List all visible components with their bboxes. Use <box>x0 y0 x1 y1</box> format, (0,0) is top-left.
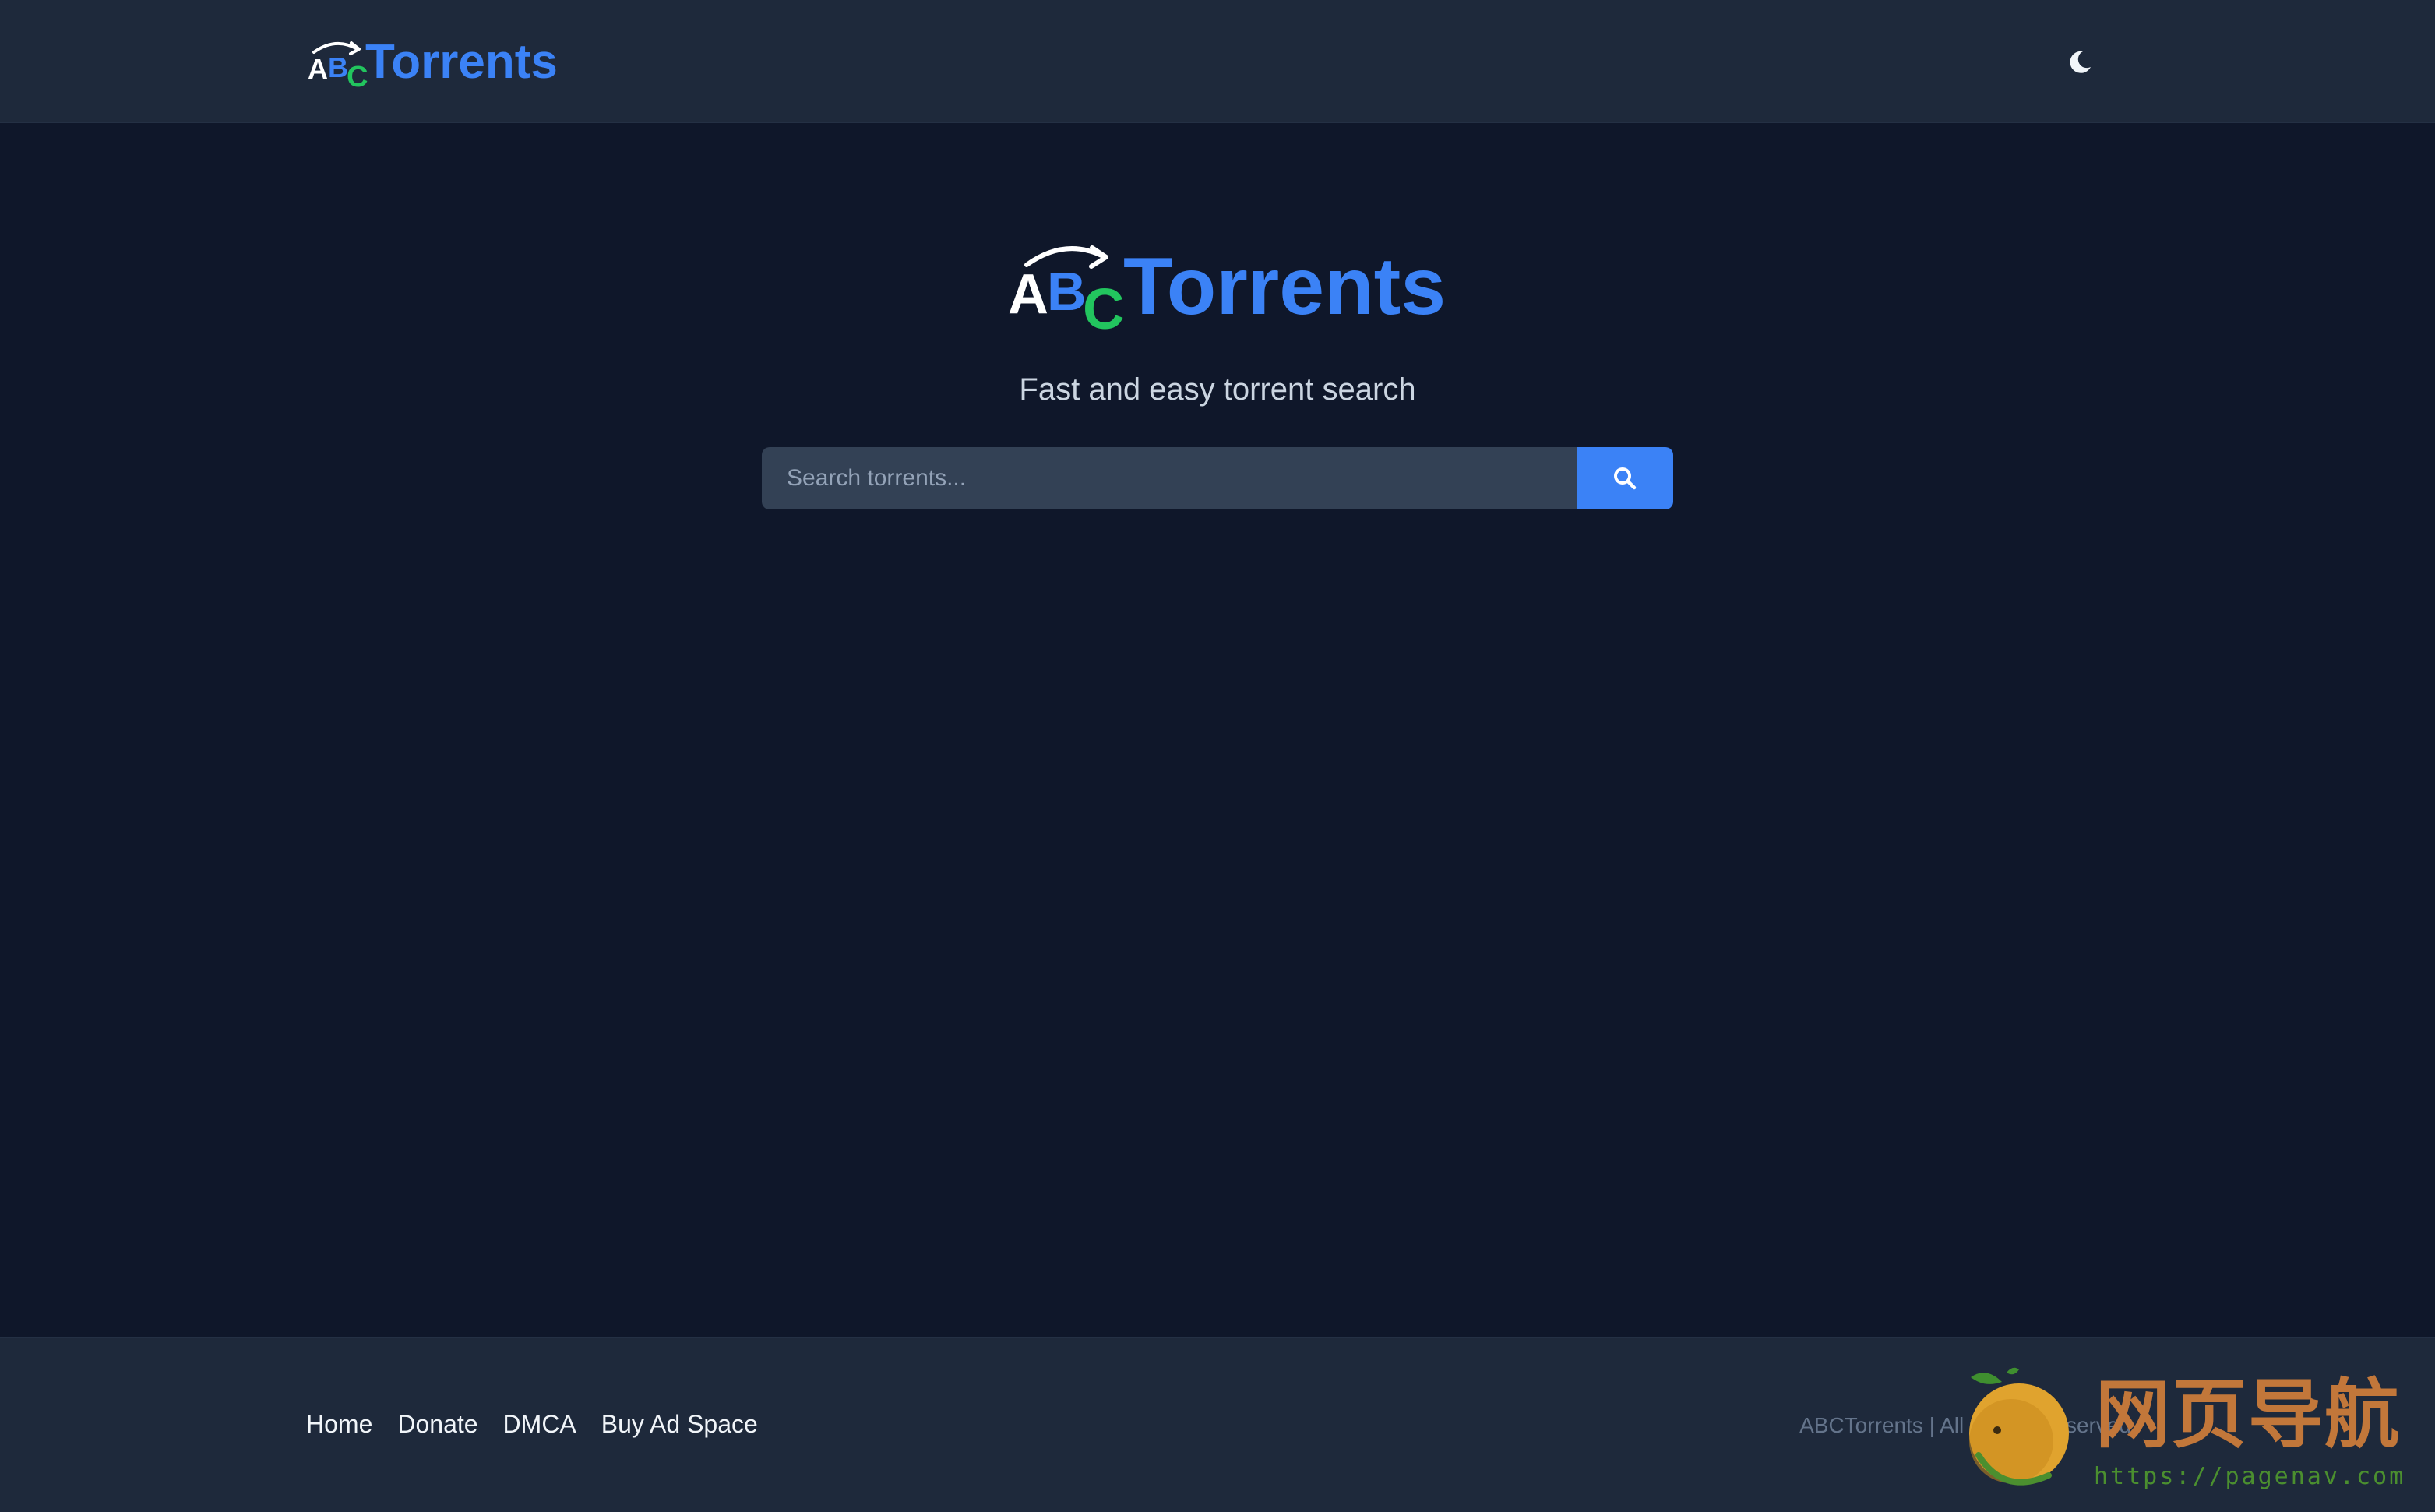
header-logo-link[interactable]: A B C Torrents <box>306 31 558 94</box>
watermark-url: https://pagenav.com <box>2094 1463 2406 1490</box>
watermark: 网页导航 https://pagenav.com <box>1947 1362 2415 1510</box>
hero-logo-letter-c: C <box>1083 277 1124 333</box>
watermark-text: 网页导航 <box>2095 1371 2401 1458</box>
logo-letter-a: A <box>308 53 328 85</box>
footer-link-buy-ad-space[interactable]: Buy Ad Space <box>601 1410 758 1439</box>
search-bar <box>762 447 1673 509</box>
footer-link-donate[interactable]: Donate <box>397 1410 477 1439</box>
header-logo-text: Torrents <box>365 35 558 89</box>
search-icon <box>1614 467 1637 490</box>
orange-logo-icon <box>1969 1367 2069 1486</box>
abc-logo-mark-large: A B C <box>1005 240 1129 341</box>
footer-link-dmca[interactable]: DMCA <box>503 1410 576 1439</box>
main-content: A B C Torrents Fast and easy torrent sea… <box>0 123 2435 1337</box>
search-button[interactable] <box>1577 447 1673 509</box>
tagline: Fast and easy torrent search <box>1019 372 1416 407</box>
footer-link-home[interactable]: Home <box>306 1410 372 1439</box>
hero-logo-letter-b: B <box>1047 261 1087 322</box>
footer-nav: Home Donate DMCA Buy Ad Space <box>306 1410 758 1439</box>
abc-logo-mark: A B C <box>306 35 368 93</box>
hero-logo-text: Torrents <box>1123 241 1447 332</box>
logo-letter-c: C <box>347 61 368 90</box>
theme-toggle-button[interactable] <box>2056 39 2103 86</box>
top-header: A B C Torrents <box>0 0 2435 123</box>
logo-letter-b: B <box>328 51 348 83</box>
hero-logo: A B C Torrents <box>1005 240 1447 341</box>
hero-logo-letter-a: A <box>1008 263 1048 326</box>
search-input[interactable] <box>762 447 1577 509</box>
moon-icon <box>2070 51 2091 73</box>
